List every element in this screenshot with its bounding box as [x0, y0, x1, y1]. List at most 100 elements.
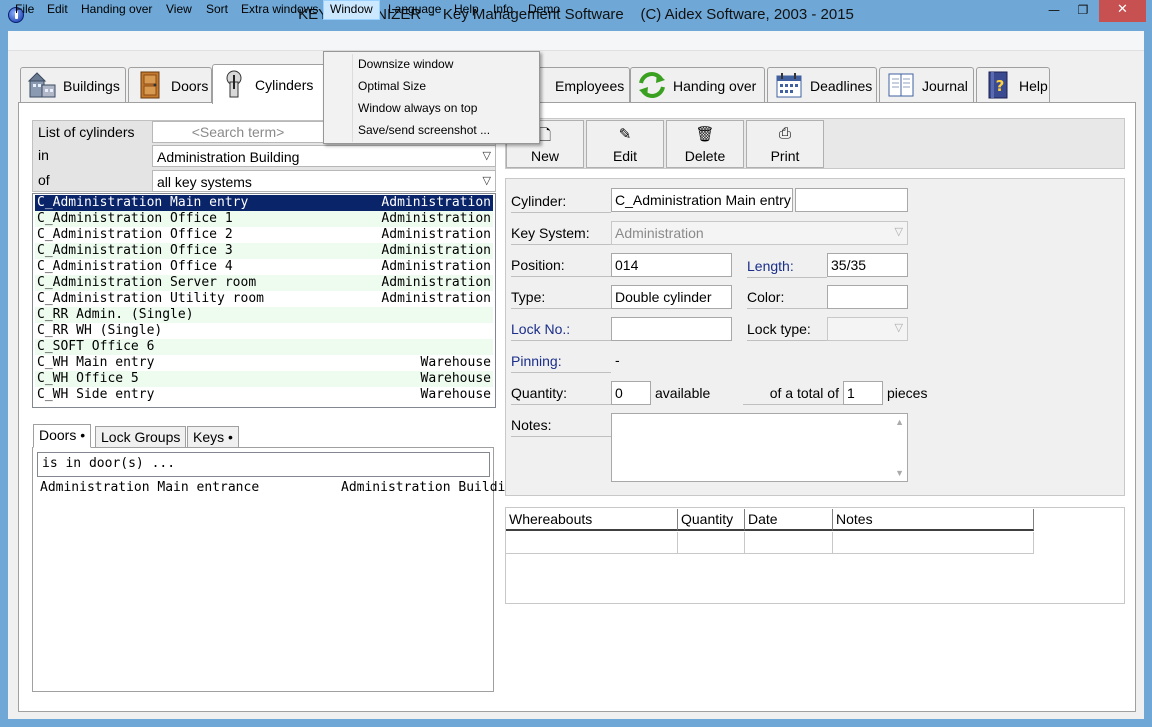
of-label: of: [38, 172, 50, 188]
building-select[interactable]: Administration Building ▽: [152, 145, 496, 167]
cylinder-list[interactable]: C_Administration Main entry Administratio…: [32, 193, 496, 408]
menu-help[interactable]: Help: [448, 0, 485, 20]
svg-text:?: ?: [996, 77, 1005, 95]
menu-info[interactable]: Info: [487, 0, 519, 20]
notes-label: Notes:: [511, 417, 611, 437]
table-cell[interactable]: [833, 532, 1034, 554]
chevron-down-icon: ▽: [482, 175, 491, 187]
tab-doors-label: Doors: [171, 78, 209, 94]
list-item[interactable]: C_WH Office 5 Warehouse: [35, 371, 493, 387]
color-field[interactable]: [827, 285, 908, 309]
quantity-field[interactable]: 0: [611, 381, 651, 405]
lock-no-field[interactable]: [611, 317, 732, 341]
journal-icon: [888, 73, 914, 97]
subtab-lock-groups[interactable]: Lock Groups: [95, 426, 187, 448]
table-cell[interactable]: [678, 532, 745, 554]
scroll-down-icon[interactable]: ▼: [895, 468, 904, 478]
close-button[interactable]: ✕: [1099, 0, 1146, 22]
lock-no-link[interactable]: Lock No.:: [511, 321, 611, 341]
tab-doors[interactable]: Doors: [128, 67, 212, 102]
help-book-icon: ?: [988, 71, 1008, 99]
list-item[interactable]: C_Administration Main entry Administratio…: [35, 195, 493, 211]
list-item[interactable]: C_Administration Office 3 Administration: [35, 243, 493, 259]
position-field[interactable]: 014: [611, 253, 732, 277]
scroll-up-icon[interactable]: ▲: [895, 417, 904, 427]
trash-icon: 🗑: [695, 126, 715, 143]
key-system-field[interactable]: Administration ▽: [611, 221, 908, 245]
calendar-icon: [776, 73, 802, 98]
tab-cylinders[interactable]: Cylinders: [212, 64, 326, 104]
subtab-doors[interactable]: Doors •: [33, 424, 92, 448]
tab-journal[interactable]: Journal: [879, 67, 974, 102]
list-item[interactable]: C_Administration Office 2 Administration: [35, 227, 493, 243]
key-system-select[interactable]: all key systems ▽: [152, 170, 496, 192]
delete-button[interactable]: 🗑 Delete: [666, 120, 744, 168]
tab-deadlines-label: Deadlines: [810, 78, 873, 94]
menu-optimal-size[interactable]: Optimal Size: [358, 75, 426, 97]
table-cell[interactable]: [745, 532, 833, 554]
list-item[interactable]: C_RR WH (Single): [35, 323, 493, 339]
column-header-whereabouts[interactable]: Whereabouts: [506, 509, 678, 531]
menu-window[interactable]: Window: [323, 0, 380, 20]
print-button[interactable]: ⎙ Print: [746, 120, 824, 168]
tab-deadlines[interactable]: Deadlines: [767, 67, 877, 102]
menu-bar: [8, 31, 1144, 51]
tab-help[interactable]: ? Help: [976, 67, 1050, 102]
table-cell[interactable]: [506, 532, 678, 554]
building-select-value: Administration Building: [157, 149, 300, 165]
menu-extra-windows[interactable]: Extra windows: [235, 0, 324, 20]
maximize-button[interactable]: ❐: [1066, 0, 1100, 22]
menu-downsize-window[interactable]: Downsize window: [358, 53, 453, 75]
lock-type-field[interactable]: ▽: [827, 317, 908, 341]
menu-always-on-top[interactable]: Window always on top: [358, 97, 477, 119]
tab-buildings[interactable]: Buildings: [20, 67, 126, 102]
menu-view[interactable]: View: [160, 0, 198, 20]
tab-journal-label: Journal: [922, 78, 968, 94]
total-field[interactable]: 1: [843, 381, 883, 405]
menu-sort[interactable]: Sort: [200, 0, 234, 20]
available-label: available: [655, 385, 711, 401]
type-label: Type:: [511, 289, 611, 309]
door-name[interactable]: Administration Main entrance: [40, 480, 259, 495]
list-item[interactable]: C_WH Main entry Warehouse: [35, 355, 493, 371]
pieces-label: pieces: [887, 385, 928, 401]
column-header-date[interactable]: Date: [745, 509, 833, 531]
edit-button[interactable]: ✎ Edit: [586, 120, 664, 168]
menu-demo[interactable]: Demo: [522, 0, 566, 20]
tab-cylinders-label: Cylinders: [255, 77, 314, 93]
quantity-label: Quantity:: [511, 385, 611, 405]
length-field[interactable]: 35/35: [827, 253, 908, 277]
menu-save-screenshot[interactable]: Save/send screenshot ...: [358, 119, 490, 141]
list-item[interactable]: C_Administration Office 1 Administration: [35, 211, 493, 227]
pinning-link[interactable]: Pinning:: [511, 353, 611, 373]
search-input[interactable]: <Search term>: [152, 121, 324, 143]
menu-file[interactable]: File: [9, 0, 40, 20]
cylinder-name-field[interactable]: C_Administration Main entry: [611, 188, 793, 212]
pinning-value: -: [615, 352, 620, 368]
list-item[interactable]: C_Administration Utility room Administrat…: [35, 291, 493, 307]
list-item[interactable]: C_Administration Server room Administrati…: [35, 275, 493, 291]
printer-icon: ⎙: [778, 125, 791, 142]
length-link[interactable]: Length:: [747, 258, 827, 278]
buildings-icon: [27, 72, 56, 98]
list-item[interactable]: C_Administration Office 4 Administration: [35, 259, 493, 275]
tab-handing-over[interactable]: Handing over: [630, 67, 765, 102]
list-item[interactable]: C_RR Admin. (Single): [35, 307, 493, 323]
list-item[interactable]: C_WH Side entry Warehouse: [35, 387, 493, 403]
column-header-quantity[interactable]: Quantity: [678, 509, 745, 531]
door-building[interactable]: Administration Building: [341, 480, 521, 495]
chevron-down-icon: ▽: [894, 322, 903, 334]
tab-buildings-label: Buildings: [63, 78, 120, 94]
menu-language[interactable]: Language: [382, 0, 447, 20]
menu-edit[interactable]: Edit: [41, 0, 74, 20]
column-header-notes[interactable]: Notes: [833, 509, 1034, 531]
list-title-label: List of cylinders: [38, 124, 135, 140]
chevron-down-icon: ▽: [894, 226, 903, 238]
notes-textarea[interactable]: ▲ ▼: [611, 413, 908, 482]
cylinder-extra-field[interactable]: [795, 188, 908, 212]
type-field[interactable]: Double cylinder: [611, 285, 732, 309]
subtab-keys[interactable]: Keys •: [187, 426, 239, 448]
list-item[interactable]: C_SOFT Office 6: [35, 339, 493, 355]
menu-handing-over[interactable]: Handing over: [75, 0, 158, 20]
cylinder-label: Cylinder:: [511, 193, 611, 213]
